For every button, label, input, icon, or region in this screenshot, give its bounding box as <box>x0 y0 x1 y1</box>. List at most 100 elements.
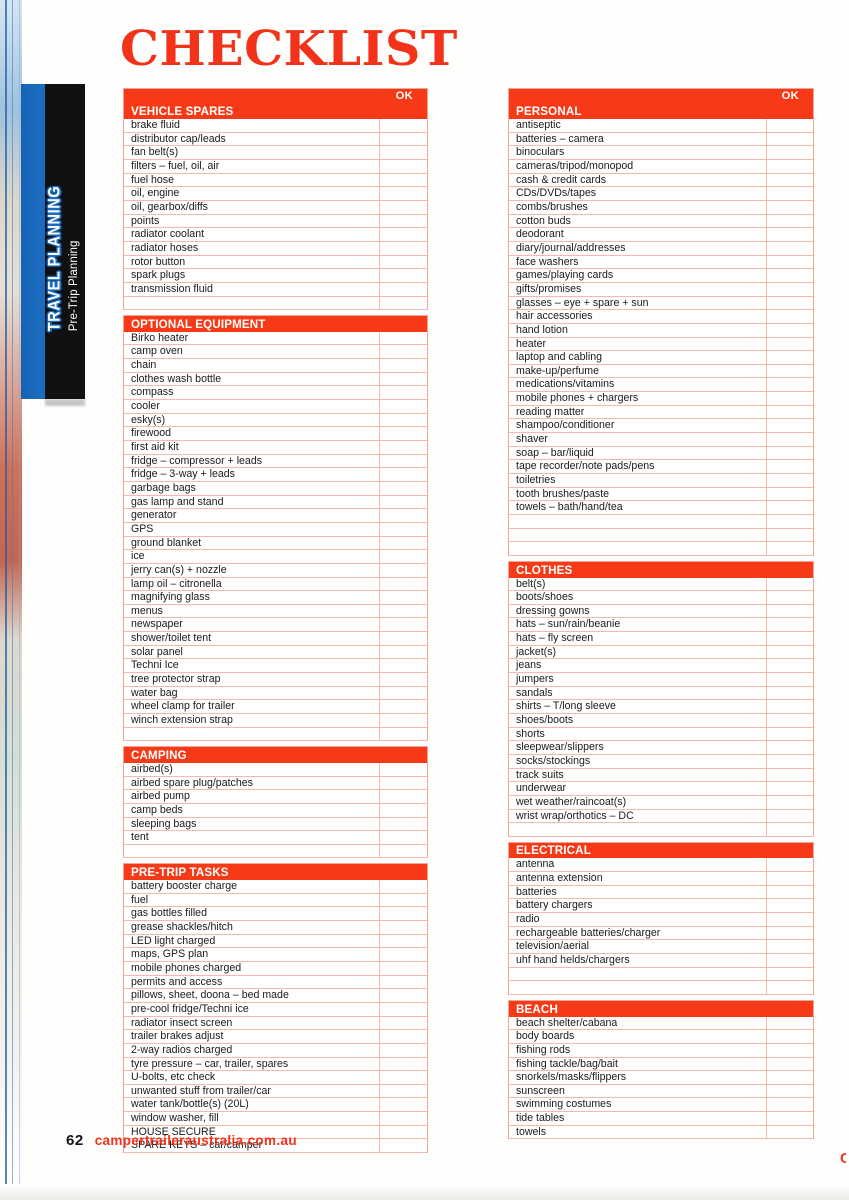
checklist-item-ok-box[interactable] <box>766 1084 813 1098</box>
checklist-item-ok-box[interactable] <box>379 1016 427 1030</box>
checklist-item-ok-box[interactable] <box>766 241 813 255</box>
checklist-item-ok-box[interactable] <box>766 954 813 967</box>
checklist-row[interactable]: uhf hand helds/chargers <box>509 954 813 968</box>
checklist-item-ok-box[interactable] <box>379 282 427 296</box>
checklist-item-ok-box[interactable] <box>379 1084 427 1098</box>
checklist-item-ok-box[interactable] <box>379 132 427 146</box>
checklist-item-ok-box[interactable] <box>766 899 813 913</box>
checklist-row[interactable]: first aid kit <box>124 440 427 455</box>
checklist-row[interactable]: airbed spare plug/patches <box>124 776 427 791</box>
checklist-item-ok-box[interactable] <box>766 1057 813 1071</box>
checklist-row[interactable]: snorkels/masks/flippers <box>509 1071 813 1085</box>
checklist-item-ok-box[interactable] <box>766 392 813 405</box>
checklist-item-ok-box[interactable] <box>766 618 813 632</box>
checklist-row[interactable]: Techni Ice <box>124 659 427 674</box>
checklist-item-ok-box[interactable] <box>379 645 427 659</box>
checklist-item-ok-box[interactable] <box>766 1112 813 1125</box>
checklist-row[interactable]: television/aerial <box>509 940 813 955</box>
checklist-item-ok-box[interactable] <box>379 1057 427 1071</box>
checklist-item-ok-box[interactable] <box>766 269 813 282</box>
checklist-row[interactable]: permits and access <box>124 975 427 990</box>
checklist-item-ok-box[interactable] <box>379 727 427 741</box>
checklist-item-ok-box[interactable] <box>766 351 813 364</box>
checklist-row[interactable]: tent <box>124 831 427 845</box>
checklist-row[interactable]: trailer brakes adjust <box>124 1030 427 1044</box>
checklist-row[interactable]: shower/toilet tent <box>124 632 427 646</box>
checklist-row[interactable]: swimming costumes <box>509 1098 813 1113</box>
checklist-row[interactable]: camp oven <box>124 345 427 359</box>
checklist-item-ok-box[interactable] <box>379 879 427 893</box>
checklist-item-ok-box[interactable] <box>766 673 813 686</box>
checklist-item-ok-box[interactable] <box>379 1002 427 1016</box>
checklist-item-ok-box[interactable] <box>766 405 813 419</box>
checklist-row[interactable]: fridge – 3-way + leads <box>124 468 427 482</box>
checklist-row[interactable]: cotton buds <box>509 214 813 229</box>
checklist-item-ok-box[interactable] <box>379 495 427 509</box>
checklist-item-ok-box[interactable] <box>379 659 427 673</box>
checklist-row[interactable]: rotor button <box>124 255 427 270</box>
checklist-row[interactable]: esky(s) <box>124 413 427 428</box>
checklist-item-ok-box[interactable] <box>379 700 427 714</box>
checklist-item-ok-box[interactable] <box>379 119 427 132</box>
checklist-row[interactable]: wheel clamp for trailer <box>124 700 427 715</box>
checklist-row[interactable]: radiator insect screen <box>124 1016 427 1031</box>
checklist-row[interactable]: towels <box>509 1125 813 1140</box>
checklist-blank-row[interactable] <box>509 823 813 837</box>
checklist-row[interactable]: boots/shoes <box>509 591 813 605</box>
checklist-item-ok-box[interactable] <box>379 345 427 359</box>
checklist-item-ok-box[interactable] <box>766 741 813 755</box>
checklist-row[interactable]: jacket(s) <box>509 645 813 660</box>
checklist-item-ok-box[interactable] <box>766 1071 813 1084</box>
checklist-row[interactable]: Birko heater <box>124 331 427 346</box>
checklist-blank-row[interactable] <box>509 542 813 556</box>
checklist-row[interactable]: GPS <box>124 522 427 537</box>
checklist-item-ok-box[interactable] <box>379 255 427 269</box>
checklist-row[interactable]: medications/vitamins <box>509 378 813 393</box>
checklist-row[interactable]: water bag <box>124 686 427 701</box>
checklist-item-ok-box[interactable] <box>379 907 427 920</box>
checklist-item-ok-box[interactable] <box>379 577 427 591</box>
checklist-item-ok-box[interactable] <box>766 515 813 528</box>
checklist-row[interactable]: wet weather/raincoat(s) <box>509 796 813 810</box>
checklist-row[interactable]: diary/journal/addresses <box>509 241 813 256</box>
checklist-row[interactable]: tyre pressure – car, trailer, spares <box>124 1057 427 1072</box>
checklist-item-ok-box[interactable] <box>766 378 813 392</box>
checklist-row[interactable]: mobile phones + chargers <box>509 392 813 406</box>
checklist-item-ok-box[interactable] <box>766 659 813 673</box>
checklist-row[interactable]: body boards <box>509 1030 813 1044</box>
checklist-item-ok-box[interactable] <box>379 632 427 645</box>
checklist-item-ok-box[interactable] <box>379 673 427 686</box>
checklist-item-ok-box[interactable] <box>766 768 813 782</box>
checklist-row[interactable]: airbed(s) <box>124 762 427 777</box>
checklist-row[interactable]: deodorant <box>509 228 813 242</box>
checklist-item-ok-box[interactable] <box>379 522 427 536</box>
checklist-item-ok-box[interactable] <box>766 823 813 836</box>
checklist-row[interactable]: tape recorder/note pads/pens <box>509 460 813 475</box>
checklist-item-ok-box[interactable] <box>379 604 427 618</box>
checklist-row[interactable]: towels – bath/hand/tea <box>509 501 813 516</box>
checklist-row[interactable]: fishing tackle/bag/bait <box>509 1057 813 1072</box>
checklist-row[interactable]: LED light charged <box>124 934 427 949</box>
checklist-item-ok-box[interactable] <box>379 1071 427 1084</box>
checklist-item-ok-box[interactable] <box>379 509 427 522</box>
checklist-row[interactable]: wrist wrap/orthotics – DC <box>509 809 813 824</box>
checklist-row[interactable]: soap – bar/liquid <box>509 446 813 461</box>
checklist-item-ok-box[interactable] <box>379 1030 427 1043</box>
checklist-item-ok-box[interactable] <box>379 934 427 948</box>
checklist-item-ok-box[interactable] <box>766 755 813 768</box>
checklist-item-ok-box[interactable] <box>379 214 427 228</box>
checklist-item-ok-box[interactable] <box>379 686 427 700</box>
checklist-row[interactable]: shoes/boots <box>509 714 813 728</box>
checklist-item-ok-box[interactable] <box>379 241 427 255</box>
checklist-item-ok-box[interactable] <box>379 776 427 790</box>
checklist-row[interactable]: gas bottles filled <box>124 907 427 921</box>
checklist-row[interactable]: camp beds <box>124 803 427 818</box>
checklist-row[interactable]: combs/brushes <box>509 200 813 215</box>
checklist-row[interactable]: track suits <box>509 768 813 783</box>
checklist-row[interactable]: clothes wash bottle <box>124 372 427 387</box>
checklist-item-ok-box[interactable] <box>379 817 427 831</box>
checklist-row[interactable]: gifts/promises <box>509 282 813 297</box>
checklist-item-ok-box[interactable] <box>766 433 813 446</box>
checklist-row[interactable]: fishing rods <box>509 1043 813 1058</box>
checklist-row[interactable]: shorts <box>509 727 813 742</box>
